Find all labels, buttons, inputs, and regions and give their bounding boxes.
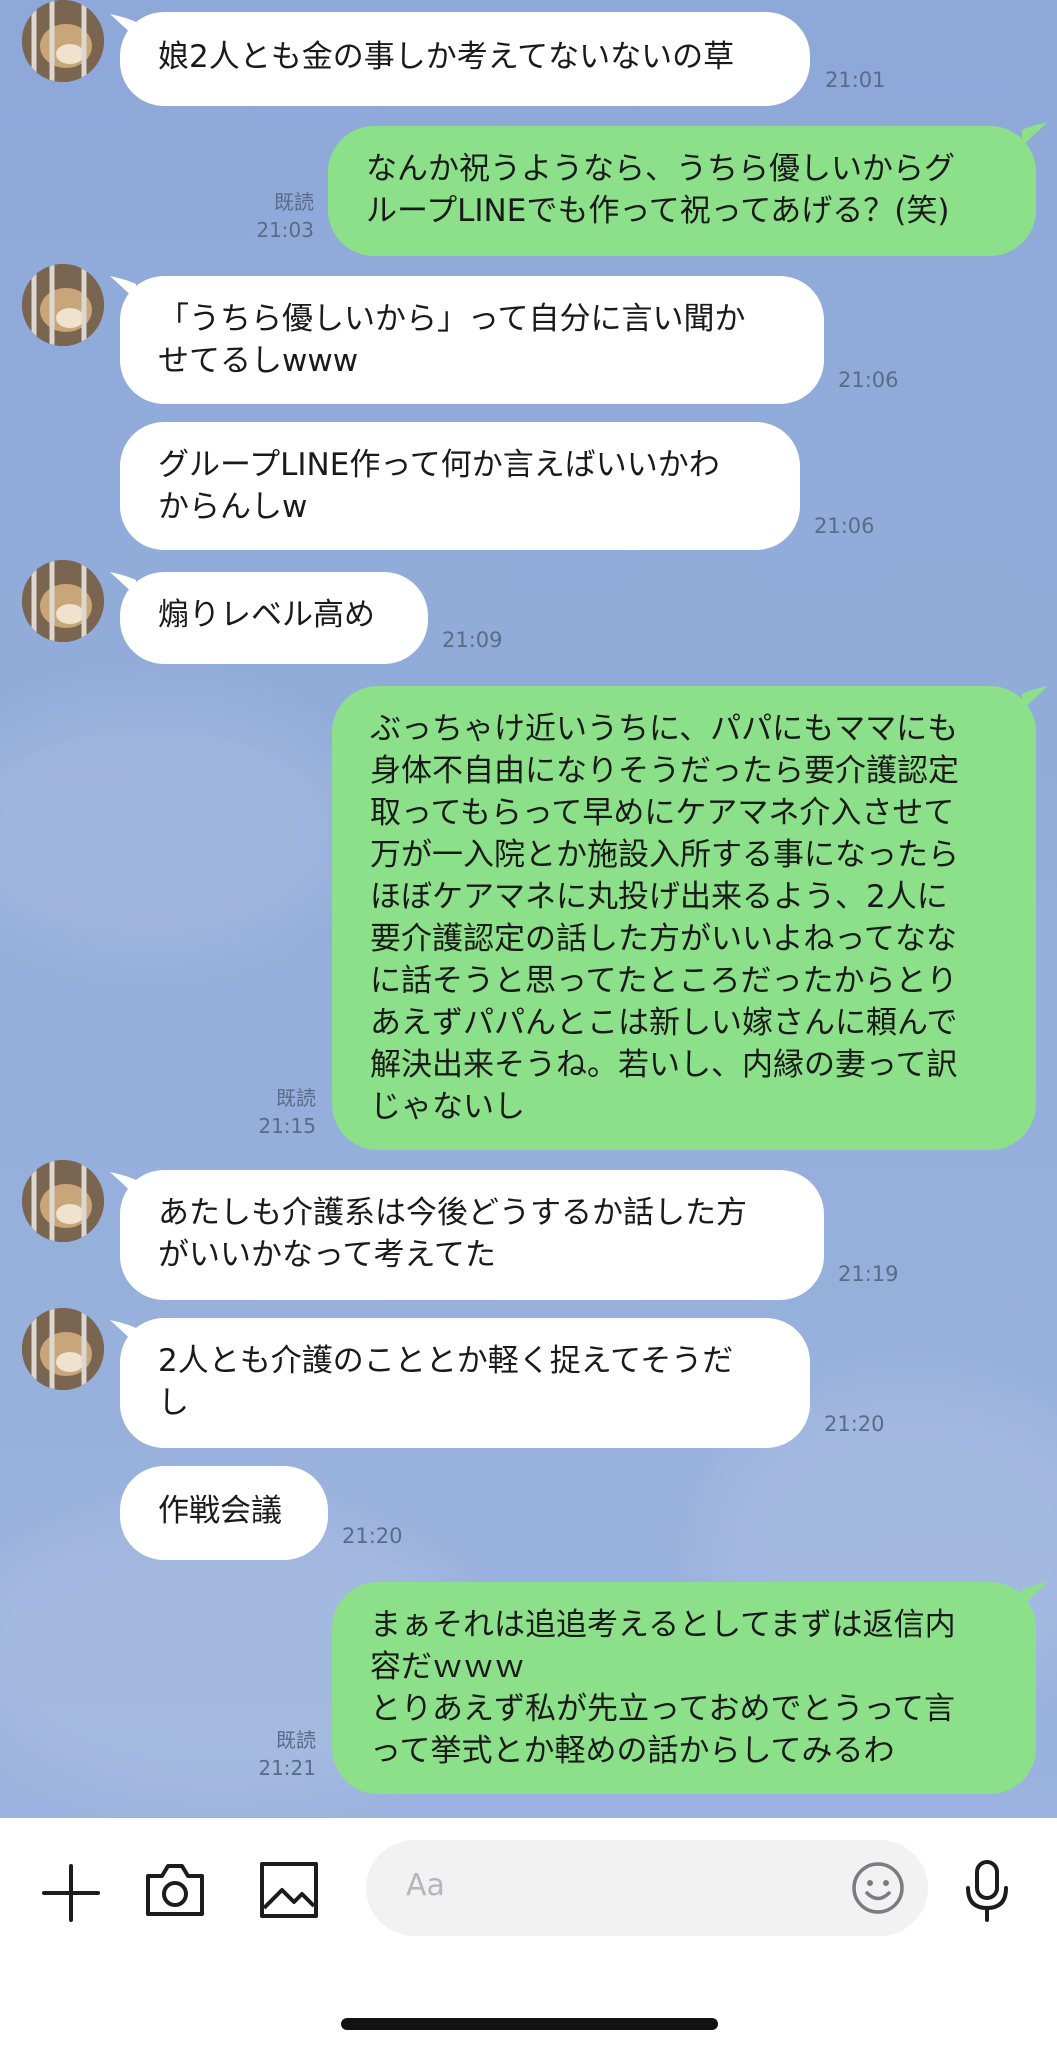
message-time: 21:15 bbox=[258, 1114, 316, 1138]
message-time: 21:06 bbox=[838, 368, 899, 392]
message-time: 21:01 bbox=[825, 68, 886, 92]
read-receipt: 既読 bbox=[274, 190, 314, 214]
message-input-placeholder: Aa bbox=[406, 1868, 445, 1903]
message-bubble-incoming[interactable]: 2人とも介護のこととか軽く捉えてそうだ し bbox=[120, 1318, 810, 1448]
message-time: 21:09 bbox=[442, 628, 503, 652]
message-bubble-incoming[interactable]: 作戦会議 bbox=[120, 1466, 328, 1560]
read-receipt: 既読 bbox=[276, 1086, 316, 1110]
message-time: 21:03 bbox=[256, 218, 314, 242]
contact-avatar[interactable] bbox=[22, 1308, 104, 1390]
message-input[interactable]: Aa bbox=[366, 1840, 928, 1936]
home-indicator[interactable] bbox=[341, 2018, 718, 2030]
message-text: 煽りレベル高め bbox=[158, 597, 375, 633]
camera-icon[interactable] bbox=[142, 1860, 208, 1920]
microphone-icon[interactable] bbox=[960, 1858, 1014, 1924]
image-icon[interactable] bbox=[258, 1860, 320, 1920]
message-text: グループLINE作って何か言えばいいかわ からんしw bbox=[158, 447, 720, 525]
plus-icon[interactable] bbox=[40, 1862, 102, 1924]
read-receipt: 既読 bbox=[276, 1728, 316, 1752]
message-text: まぁそれは追追考えるとしてまずは返信内 容だｗｗｗ とりあえず私が先立っておめで… bbox=[370, 1607, 956, 1769]
chat-area[interactable]: 娘2人とも金の事しか考えてないないの草 21:01 なんか祝うようなら、うちら優… bbox=[0, 0, 1057, 1818]
message-text: 娘2人とも金の事しか考えてないないの草 bbox=[158, 39, 735, 75]
message-time: 21:21 bbox=[258, 1756, 316, 1780]
message-time: 21:20 bbox=[824, 1412, 885, 1436]
message-text: 「うちら優しいから」って自分に言い聞か せてるしwww bbox=[158, 301, 746, 379]
contact-avatar[interactable] bbox=[22, 264, 104, 346]
message-bubble-incoming[interactable]: 煽りレベル高め bbox=[120, 572, 428, 664]
message-bubble-outgoing[interactable]: ぶっちゃけ近いうちに、パパにもママにも 身体不自由になりそうだったら要介護認定 … bbox=[332, 686, 1036, 1150]
message-bubble-incoming[interactable]: あたしも介護系は今後どうするか話した方 がいいかなって考えてた bbox=[120, 1170, 824, 1300]
message-bubble-incoming[interactable]: 「うちら優しいから」って自分に言い聞か せてるしwww bbox=[120, 276, 824, 404]
message-text: あたしも介護系は今後どうするか話した方 がいいかなって考えてた bbox=[158, 1195, 747, 1273]
message-text: ぶっちゃけ近いうちに、パパにもママにも 身体不自由になりそうだったら要介護認定 … bbox=[370, 711, 959, 1125]
input-bar: Aa bbox=[0, 1818, 1057, 2048]
message-text: 2人とも介護のこととか軽く捉えてそうだ し bbox=[158, 1343, 734, 1421]
emoji-icon[interactable] bbox=[850, 1860, 906, 1916]
contact-avatar[interactable] bbox=[22, 1160, 104, 1242]
message-text: 作戦会議 bbox=[158, 1493, 282, 1529]
message-bubble-incoming[interactable]: 娘2人とも金の事しか考えてないないの草 bbox=[120, 12, 810, 106]
message-time: 21:20 bbox=[342, 1524, 403, 1548]
message-text: なんか祝うようなら、うちら優しいからグ ループLINEでも作って祝ってあげる？(… bbox=[366, 151, 955, 229]
message-bubble-outgoing[interactable]: なんか祝うようなら、うちら優しいからグ ループLINEでも作って祝ってあげる？(… bbox=[328, 126, 1036, 256]
message-time: 21:19 bbox=[838, 1262, 899, 1286]
message-bubble-incoming[interactable]: グループLINE作って何か言えばいいかわ からんしw bbox=[120, 422, 800, 550]
contact-avatar[interactable] bbox=[22, 560, 104, 642]
message-bubble-outgoing[interactable]: まぁそれは追追考えるとしてまずは返信内 容だｗｗｗ とりあえず私が先立っておめで… bbox=[332, 1582, 1036, 1794]
contact-avatar[interactable] bbox=[22, 0, 104, 82]
message-time: 21:06 bbox=[814, 514, 875, 538]
